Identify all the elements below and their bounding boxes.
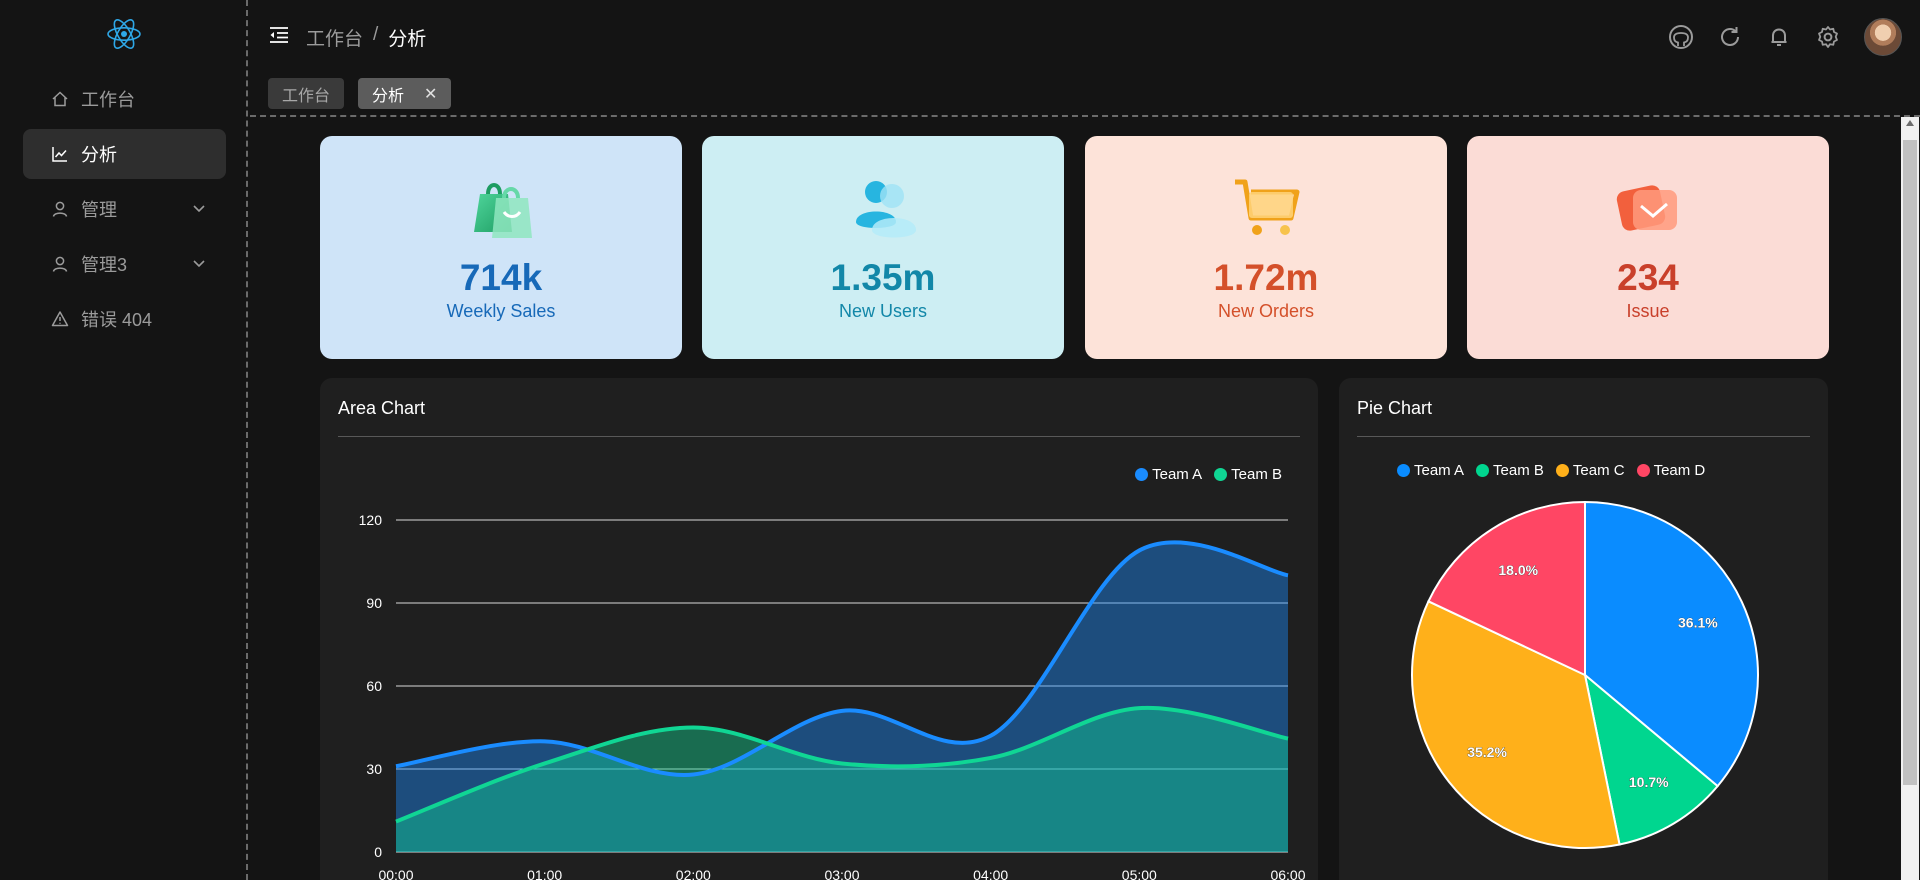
stat-card-issue: 234 Issue: [1467, 136, 1829, 359]
sidebar-item-label: 管理3: [81, 255, 128, 275]
x-tick-label: 06:00: [1270, 867, 1305, 880]
home-icon: [51, 90, 69, 108]
breadcrumb: 工作台 / 分析: [306, 24, 426, 51]
sidebar-item-label: 工作台: [81, 90, 135, 110]
pie-slice-label: 10.7%: [1629, 774, 1669, 790]
y-tick-label: 30: [366, 761, 382, 777]
warning-icon: [51, 310, 69, 328]
react-logo-icon[interactable]: [104, 14, 144, 54]
stat-card-new-users: 1.35m New Users: [702, 136, 1064, 359]
sidebar-nav: 工作台 分析 管理 管理3 错误 404: [23, 74, 226, 349]
sidebar-item-label: 管理: [81, 200, 117, 220]
sidebar: 工作台 分析 管理 管理3 错误 404: [0, 0, 248, 880]
stat-value: 1.72m: [1213, 257, 1319, 298]
shopping-cart-icon: [1235, 179, 1300, 235]
menu-fold-icon[interactable]: [268, 24, 290, 46]
stat-value: 714k: [459, 257, 543, 298]
sidebar-item-manage3[interactable]: 管理3: [23, 239, 226, 289]
settings-icon[interactable]: [1814, 23, 1842, 51]
tab-label: 工作台: [282, 87, 331, 105]
x-tick-label: 04:00: [973, 867, 1008, 880]
y-tick-label: 0: [374, 844, 382, 860]
sidebar-item-analysis[interactable]: 分析: [23, 129, 226, 179]
tab-analysis[interactable]: 分析 ✕: [358, 78, 452, 109]
stat-label: Issue: [1626, 301, 1670, 321]
stat-card-new-orders: 1.72m New Orders: [1085, 136, 1447, 359]
pie-slice-label: 35.2%: [1467, 744, 1507, 760]
close-icon[interactable]: ✕: [424, 84, 437, 104]
area-chart: 0 30 60 90 120 00:00 01:00 02:00 03:00 04:00 05:00…: [359, 512, 1306, 880]
x-tick-label: 00:00: [378, 867, 413, 880]
github-icon[interactable]: [1667, 23, 1695, 51]
stat-label: Weekly Sales: [446, 301, 556, 321]
pie-slice-label: 36.1%: [1678, 614, 1718, 630]
pie-chart-panel: Pie Chart Team A Team B Team C Team D 36.1%…: [1339, 378, 1828, 880]
users-icon: [856, 181, 916, 238]
stat-card-weekly-sales: 714k Weekly Sales: [320, 136, 682, 359]
chevron-down-icon: [193, 260, 205, 268]
pie-slice-label: 18.0%: [1498, 562, 1538, 578]
y-tick-label: 90: [366, 595, 382, 611]
top-header: 工作台 / 分析 工作台 分析 ✕: [250, 0, 1920, 117]
sidebar-item-label: 错误 404: [81, 310, 153, 330]
tab-workbench[interactable]: 工作台: [268, 78, 345, 109]
x-tick-label: 02:00: [676, 867, 711, 880]
breadcrumb-separator: /: [373, 24, 379, 45]
scroll-up-arrow-icon[interactable]: [1906, 120, 1914, 126]
avatar[interactable]: [1864, 18, 1902, 56]
y-tick-label: 60: [366, 678, 382, 694]
app-root: 工作台 分析 管理 管理3 错误 404 工作台 / 分析 工作台 分析 ✕ 7…: [0, 0, 1920, 880]
breadcrumb-parent[interactable]: 工作台: [306, 24, 363, 51]
pie-chart: 36.1% 10.7% 35.2% 18.0%: [1411, 500, 1759, 849]
stat-value: 234: [1617, 257, 1679, 298]
stat-value: 1.35m: [830, 257, 936, 298]
scrollbar-thumb[interactable]: [1903, 140, 1917, 785]
refresh-icon[interactable]: [1716, 23, 1744, 51]
tab-label: 分析: [372, 87, 405, 105]
scrollbar[interactable]: [1901, 117, 1919, 880]
page-tabs: 工作台 分析 ✕: [268, 78, 452, 109]
area-chart-panel: Area Chart Team A Team B 0 30 60 90 120 00:00 0…: [320, 378, 1318, 880]
stat-label: New Users: [838, 301, 927, 321]
shopping-bag-icon: [474, 183, 532, 238]
header-actions: [1646, 18, 1902, 56]
user-icon: [51, 255, 69, 273]
x-tick-label: 03:00: [824, 867, 859, 880]
sidebar-item-label: 分析: [81, 145, 117, 165]
stat-label: New Orders: [1217, 301, 1315, 321]
x-tick-label: 01:00: [527, 867, 562, 880]
line-chart-icon: [51, 145, 69, 163]
chevron-down-icon: [193, 205, 205, 213]
mail-icon: [1616, 185, 1677, 231]
breadcrumb-current: 分析: [388, 29, 427, 50]
bell-icon[interactable]: [1765, 23, 1793, 51]
y-tick-label: 120: [359, 512, 383, 528]
user-icon: [51, 200, 69, 218]
sidebar-item-manage[interactable]: 管理: [23, 184, 226, 234]
x-tick-label: 05:00: [1122, 867, 1157, 880]
sidebar-item-workbench[interactable]: 工作台: [23, 74, 226, 124]
sidebar-item-error-404[interactable]: 错误 404: [23, 294, 226, 344]
